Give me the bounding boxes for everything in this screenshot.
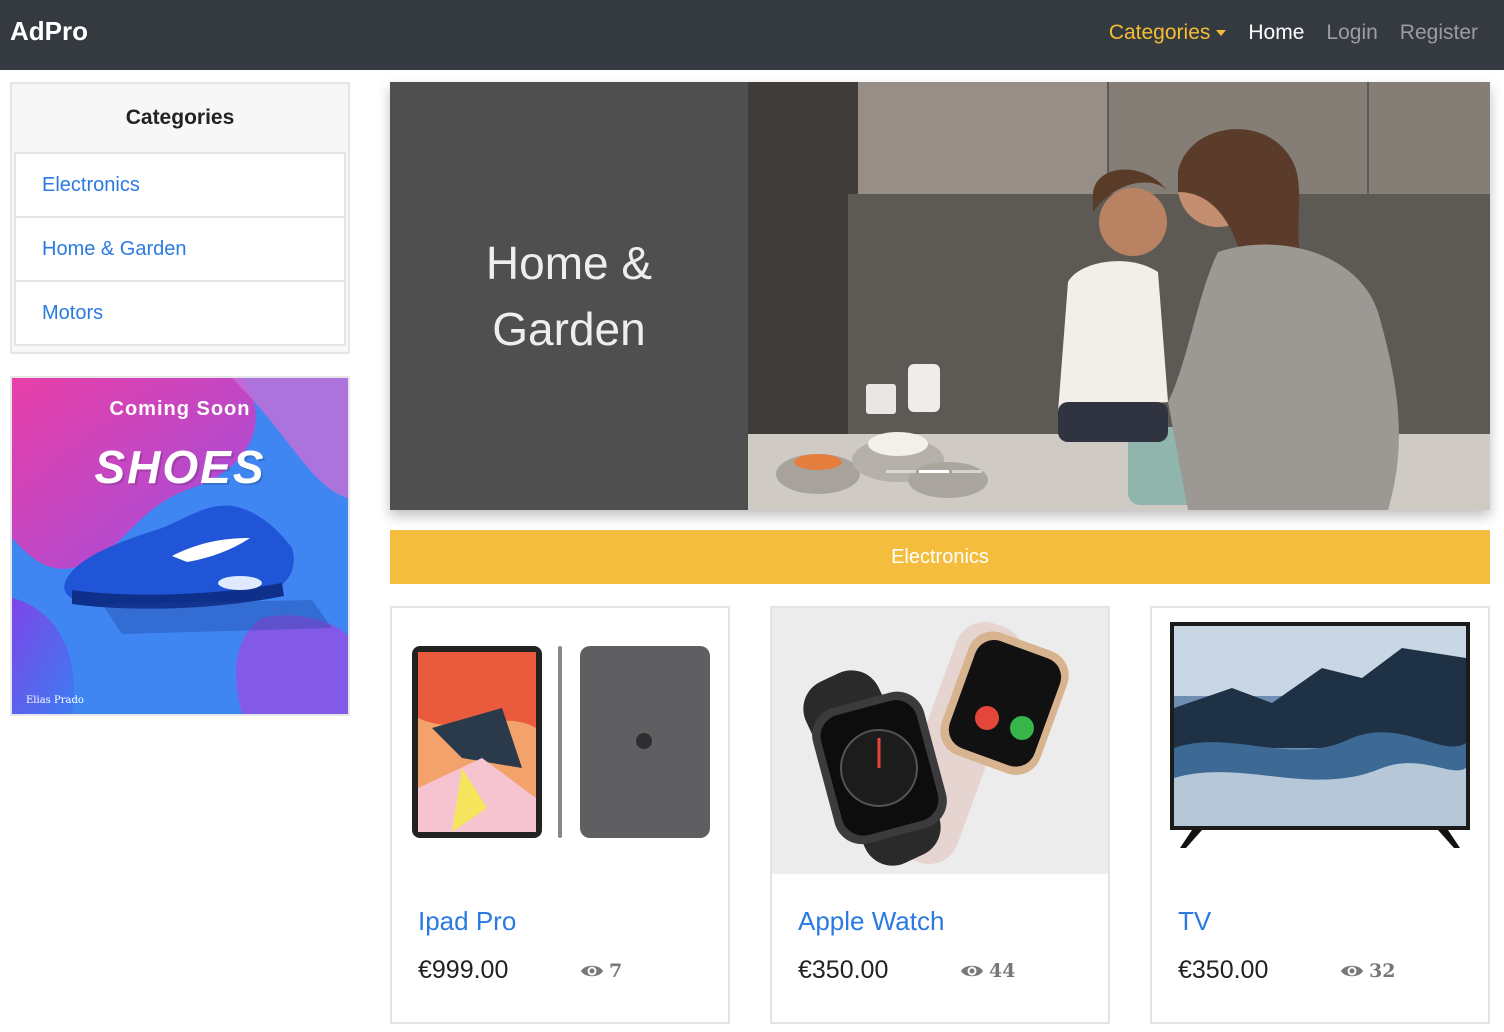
eye-icon (1341, 965, 1363, 977)
nav-categories-dropdown[interactable]: Categories (1109, 21, 1227, 45)
sidebar-heading: Categories (125, 106, 235, 129)
product-price: €350.00 (1178, 956, 1269, 984)
product-views: 7 (580, 960, 622, 982)
product-card[interactable]: Ipad Pro €999.00 7 (390, 606, 730, 1024)
ad-subtitle: Coming Soon (109, 398, 251, 420)
carousel-indicator-2[interactable] (919, 470, 949, 473)
carousel-caption-panel: Home & Garden (390, 82, 748, 510)
sidebar-categories: Categories Electronics Home & Garden Mot… (10, 82, 350, 354)
product-title[interactable]: Ipad Pro (418, 906, 516, 937)
nav-categories-label: Categories (1108, 21, 1211, 44)
nav-login-link[interactable]: Login (1326, 21, 1377, 45)
nav-home-link[interactable]: Home (1248, 21, 1304, 45)
product-views: 44 (960, 960, 1015, 982)
section-header-electronics: Electronics (390, 530, 1490, 584)
product-views: 32 (1340, 960, 1395, 982)
carousel-indicators (886, 470, 985, 473)
product-card[interactable]: TV €350.00 32 (1150, 606, 1490, 1024)
ad-credit: Elias Prado (26, 695, 84, 706)
product-price: €999.00 (418, 956, 509, 984)
hero-carousel[interactable]: Home & Garden (390, 82, 1490, 510)
eye-icon (581, 965, 603, 977)
product-price: €350.00 (798, 956, 889, 984)
product-image-tv (1152, 608, 1488, 874)
product-card[interactable]: Apple Watch €350.00 44 (770, 606, 1110, 1024)
brand-logo[interactable]: AdPro (10, 16, 88, 47)
carousel-image (748, 82, 1490, 510)
product-image-apple-watch (772, 608, 1108, 874)
nav-links: Categories Home Login Register (1087, 21, 1478, 45)
top-navbar: AdPro Categories Home Login Register (0, 0, 1504, 70)
carousel-indicator-1[interactable] (886, 470, 916, 473)
nav-register-link[interactable]: Register (1400, 21, 1478, 45)
product-title[interactable]: Apple Watch (798, 906, 944, 937)
sidebar-list: Electronics Home & Garden Motors (14, 152, 346, 346)
carousel-caption: Home & Garden (485, 237, 653, 355)
caret-down-icon (1216, 30, 1227, 36)
product-image-ipad (392, 608, 728, 874)
eye-icon (961, 965, 983, 977)
product-views-count: 7 (609, 960, 623, 982)
carousel-indicator-3[interactable] (952, 470, 982, 473)
product-views-count: 32 (1369, 960, 1396, 982)
ad-banner[interactable]: Coming Soon SHOES Elias Prado (10, 376, 350, 716)
ad-title: SHOES (94, 441, 266, 493)
sidebar-item-home-garden[interactable]: Home & Garden (14, 216, 346, 282)
product-title[interactable]: TV (1178, 906, 1211, 937)
sidebar-item-electronics[interactable]: Electronics (14, 152, 346, 218)
ad-background-art (12, 378, 348, 714)
sidebar-item-motors[interactable]: Motors (14, 280, 346, 346)
product-views-count: 44 (989, 960, 1016, 982)
